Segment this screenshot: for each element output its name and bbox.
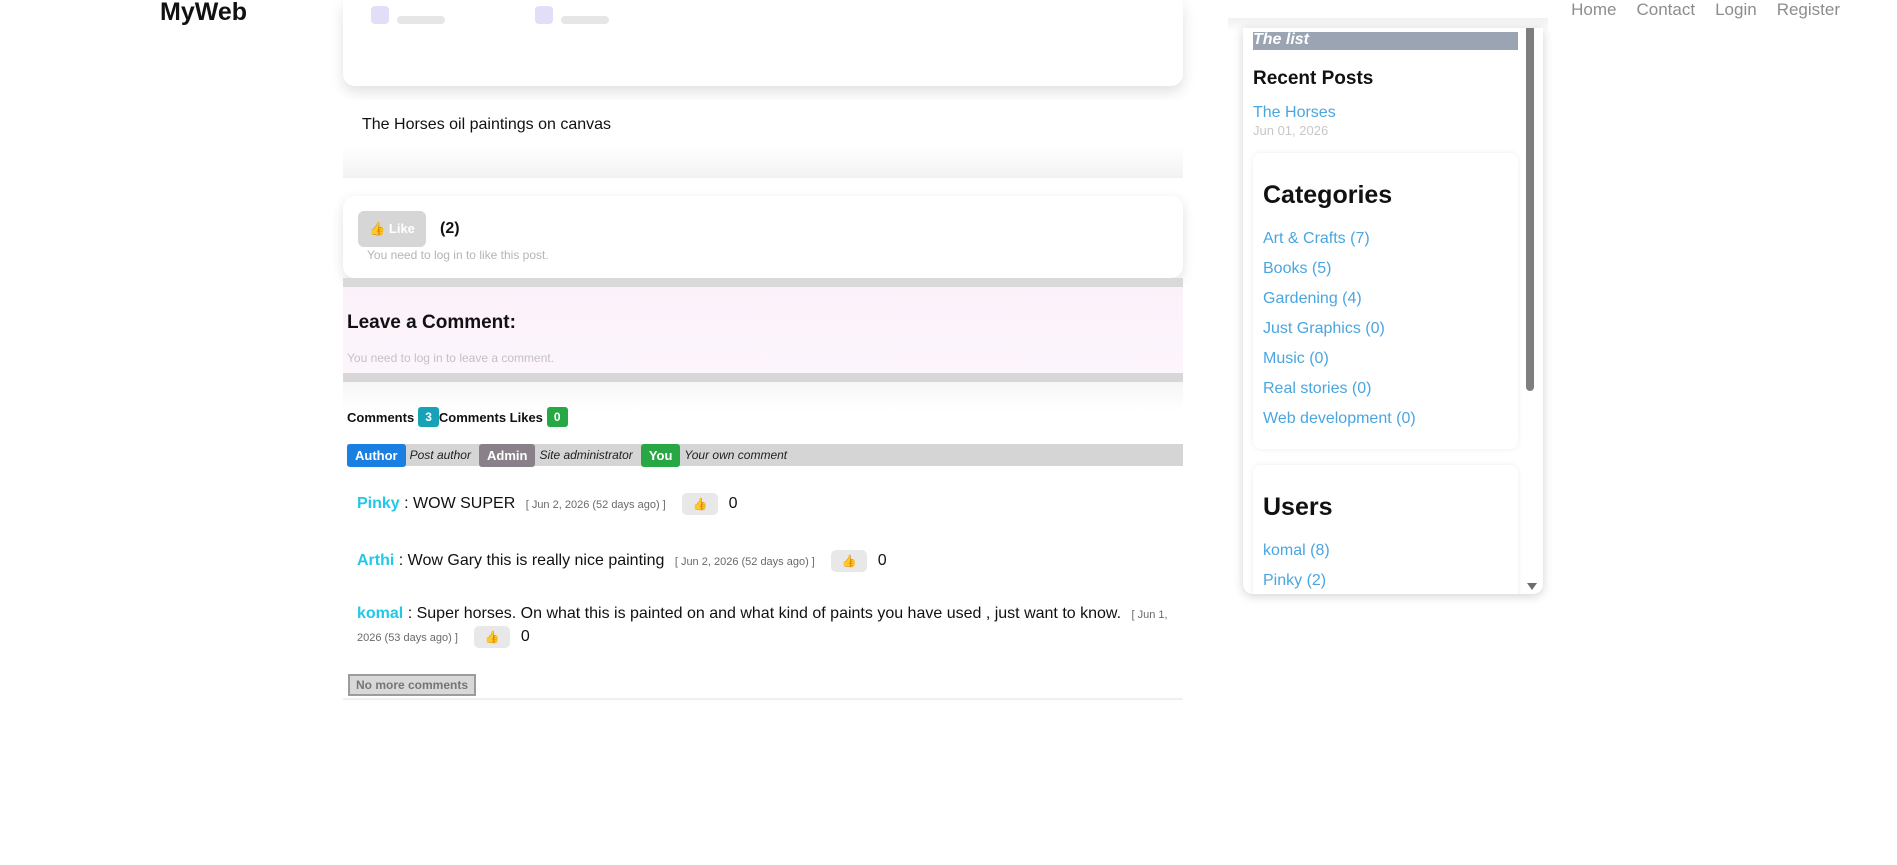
comment-item: Pinky : WOW SUPER [ Jun 2, 2026 (52 days…: [357, 493, 738, 515]
like-login-note: You need to log in to like this post.: [367, 248, 549, 262]
users-title: Users: [1263, 493, 1333, 521]
comment-date: [ Jun 2, 2026 (52 days ago) ]: [525, 499, 666, 512]
comment-legend: Author Post author Admin Site administra…: [347, 443, 1183, 467]
divider: [343, 278, 1183, 287]
nav-contact-link[interactable]: Contact: [1636, 0, 1695, 20]
categories-box: Categories Art & Crafts (7) Books (5) Ga…: [1253, 153, 1518, 449]
comments-count-badge: 3: [418, 407, 439, 427]
category-link[interactable]: Web development (0): [1263, 410, 1416, 440]
user-icon: [535, 6, 553, 24]
comment-text: : Super horses. On what this is painted …: [407, 605, 1122, 622]
like-count: (2): [440, 220, 460, 237]
like-card: 👍 Like (2) You need to log in to like th…: [343, 196, 1183, 278]
comment-form-title: Leave a Comment:: [347, 312, 516, 333]
category-link[interactable]: Books (5): [1263, 260, 1416, 290]
nav-home-link[interactable]: Home: [1571, 0, 1616, 20]
you-tag: You: [640, 443, 681, 467]
post-meta-icons: [371, 6, 609, 29]
nav-register-link[interactable]: Register: [1777, 0, 1840, 20]
admin-tag-desc: Site administrator: [539, 448, 633, 462]
comment-login-note: You need to log in to leave a comment.: [347, 351, 555, 365]
admin-tag: Admin: [478, 443, 536, 467]
sidebar: The list Recent Posts The Horses Jun 01,…: [1243, 28, 1543, 594]
scroll-down-arrow-icon[interactable]: [1527, 583, 1537, 590]
top-nav: Home Contact Login Register: [1551, 0, 1840, 20]
users-list: komal (8) Pinky (2): [1263, 542, 1330, 594]
site-brand[interactable]: MyWeb: [160, 0, 247, 27]
category-link[interactable]: Art & Crafts (7): [1263, 230, 1416, 260]
post-description: The Horses oil paintings on canvas: [343, 100, 1183, 178]
nav-login-link[interactable]: Login: [1715, 0, 1757, 20]
comment-username[interactable]: Arthi: [357, 552, 394, 569]
category-link[interactable]: Just Graphics (0): [1263, 320, 1416, 350]
author-tag-desc: Post author: [409, 448, 471, 462]
category-link[interactable]: Gardening (4): [1263, 290, 1416, 320]
comment-text: : Wow Gary this is really nice painting: [398, 552, 665, 570]
meta-placeholder: [561, 15, 609, 24]
comment-username[interactable]: komal: [357, 605, 403, 622]
comment-counts: Comments 3 Comments Likes 0: [347, 407, 568, 427]
sidebar-list-title: The list: [1253, 32, 1518, 50]
categories-title: Categories: [1263, 181, 1393, 209]
comment-date: [ Jun 2, 2026 (52 days ago) ]: [674, 556, 815, 569]
recent-post-link[interactable]: The Horses: [1253, 104, 1336, 122]
calendar-icon: [371, 6, 389, 24]
no-more-comments-button[interactable]: No more comments: [348, 674, 477, 696]
comment-likes-label: Comments Likes: [438, 409, 543, 425]
sidebar-scrollbar[interactable]: [1526, 28, 1534, 391]
comment-like-count: 0: [877, 552, 887, 570]
category-link[interactable]: Music (0): [1263, 350, 1416, 380]
recent-post-date: Jun 01, 2026: [1253, 123, 1329, 138]
comment-username[interactable]: Pinky: [357, 495, 400, 512]
comment-text: : WOW SUPER: [404, 495, 516, 513]
user-link[interactable]: Pinky (2): [1263, 572, 1330, 594]
category-link[interactable]: Real stories (0): [1263, 380, 1416, 410]
thumbs-up-icon[interactable]: 👍: [682, 493, 719, 515]
categories-list: Art & Crafts (7) Books (5) Gardening (4)…: [1263, 230, 1416, 440]
comment-item: komal : Super horses. On what this is pa…: [357, 603, 1177, 649]
comments-section: Comments 3 Comments Likes 0 Author Post …: [343, 382, 1183, 700]
comment-likes-count-badge: 0: [546, 407, 568, 427]
thumbs-up-icon[interactable]: 👍: [474, 626, 511, 648]
comment-like-count: 0: [520, 628, 530, 646]
comment-like-count: 0: [728, 495, 738, 513]
meta-placeholder: [397, 15, 445, 24]
users-box: Users komal (8) Pinky (2): [1253, 465, 1518, 594]
comment-item: Arthi : Wow Gary this is really nice pai…: [357, 550, 887, 572]
comments-label: Comments: [347, 409, 415, 425]
you-tag-desc: Your own comment: [684, 448, 788, 462]
user-link[interactable]: komal (8): [1263, 542, 1330, 572]
recent-posts-title: Recent Posts: [1253, 68, 1374, 89]
thumbs-up-icon[interactable]: 👍: [831, 550, 868, 572]
comment-form: Leave a Comment: You need to log in to l…: [343, 287, 1183, 373]
like-button[interactable]: 👍 Like: [358, 211, 426, 247]
post-card-top: [343, 0, 1183, 86]
post-description-text: The Horses oil paintings on canvas: [362, 116, 612, 133]
divider: [343, 373, 1183, 382]
author-tag: Author: [347, 443, 406, 467]
